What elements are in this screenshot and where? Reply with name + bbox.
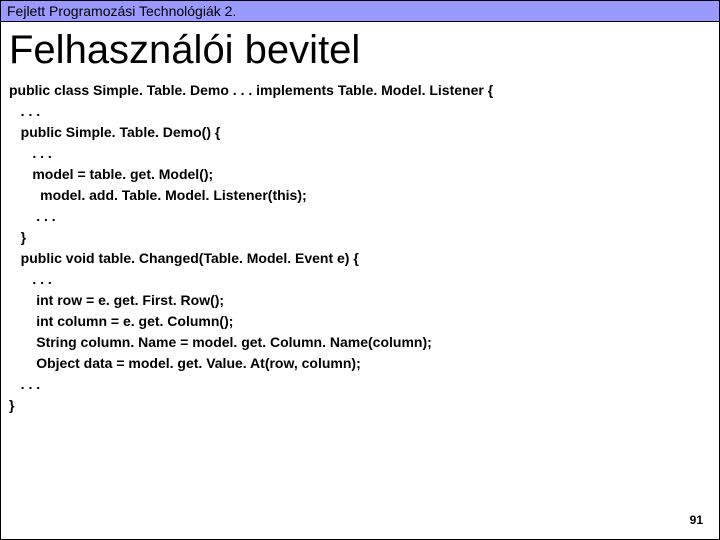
code-line: . . . — [9, 145, 52, 161]
header-text: Fejlett Programozási Technológiák 2. — [7, 3, 236, 19]
code-line: } — [9, 229, 26, 245]
code-line: model. add. Table. Model. Listener(this)… — [9, 187, 307, 203]
page-number: 91 — [690, 513, 703, 527]
slide-title: Felhasználói bevitel — [1, 22, 719, 80]
slide-container: Fejlett Programozási Technológiák 2. Fel… — [0, 0, 720, 540]
code-line: Object data = model. get. Value. At(row,… — [9, 355, 361, 371]
code-line: . . . — [9, 208, 56, 224]
code-line: public class Simple. Table. Demo . . . i… — [9, 82, 493, 98]
code-line: . . . — [9, 376, 40, 392]
slide-header: Fejlett Programozási Technológiák 2. — [1, 1, 719, 22]
code-line: int column = e. get. Column(); — [9, 313, 233, 329]
code-line: public void table. Changed(Table. Model.… — [9, 250, 359, 266]
code-line: . . . — [9, 103, 40, 119]
code-line: } — [9, 397, 14, 413]
code-line: int row = e. get. First. Row(); — [9, 292, 224, 308]
code-block: public class Simple. Table. Demo . . . i… — [1, 80, 719, 416]
code-line: String column. Name = model. get. Column… — [9, 334, 432, 350]
code-line: . . . — [9, 271, 52, 287]
code-line: public Simple. Table. Demo() { — [9, 124, 220, 140]
code-line: model = table. get. Model(); — [9, 166, 213, 182]
